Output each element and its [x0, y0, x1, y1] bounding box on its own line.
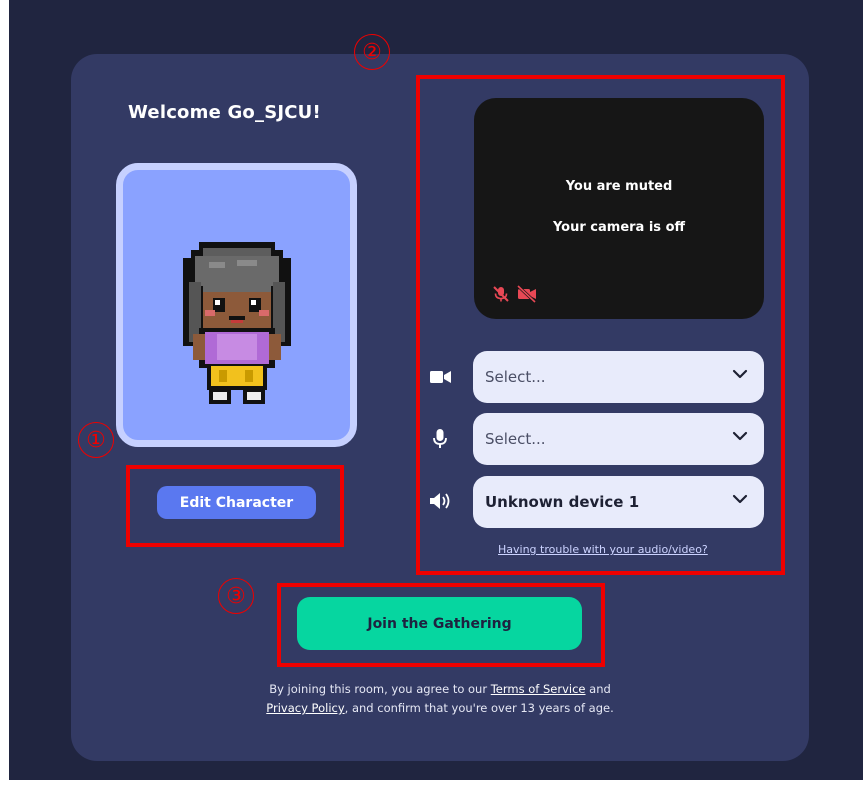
legal-suffix: , and confirm that you're over 13 years … [344, 701, 614, 715]
avatar-sprite [183, 242, 291, 404]
annotation-marker-2: ② [354, 34, 390, 70]
bottom-frame-edge [0, 780, 863, 785]
legal-mid: and [585, 682, 611, 696]
annotation-box-2 [416, 75, 785, 575]
annotation-marker-3: ③ [218, 578, 254, 614]
left-frame-edge [0, 0, 9, 785]
annotation-marker-1: ① [78, 422, 114, 458]
annotation-box-1 [126, 465, 344, 547]
terms-of-service-link[interactable]: Terms of Service [491, 682, 586, 696]
avatar-preview [116, 163, 357, 447]
legal-notice: By joining this room, you agree to our T… [200, 680, 680, 718]
privacy-policy-link[interactable]: Privacy Policy [266, 701, 344, 715]
welcome-title: Welcome Go_SJCU! [128, 102, 321, 123]
legal-prefix: By joining this room, you agree to our [269, 682, 491, 696]
annotation-box-3 [277, 583, 605, 667]
